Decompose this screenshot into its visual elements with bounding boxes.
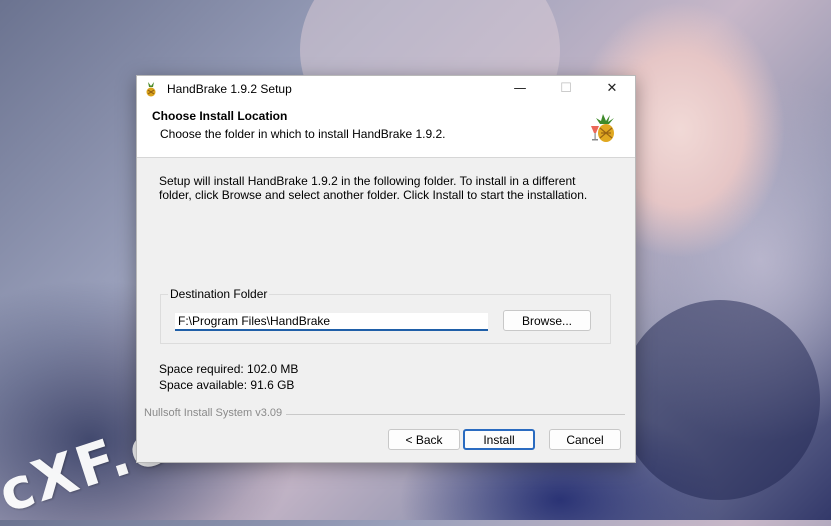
minimize-button[interactable]: — [497,76,543,101]
wizard-header: Choose Install Location Choose the folde… [137,101,635,158]
nsis-branding: Nullsoft Install System v3.09 [144,407,287,419]
maximize-button: ☐ [560,81,572,96]
window-title: HandBrake 1.9.2 Setup [167,81,292,96]
page-title: Choose Install Location [152,109,288,123]
cancel-button[interactable]: Cancel [549,429,621,450]
back-button[interactable]: < Back [388,429,460,450]
handbrake-app-icon [143,81,159,97]
title-bar[interactable]: HandBrake 1.9.2 Setup — ☐ ✕ [137,76,635,101]
handbrake-pineapple-icon [589,112,619,144]
destination-path-input[interactable] [175,313,488,331]
browse-button[interactable]: Browse... [503,310,591,331]
instructions-text: Setup will install HandBrake 1.9.2 in th… [159,174,588,202]
space-required-text: Space required: 102.0 MB [159,362,299,376]
background-decoration [620,300,820,500]
destination-folder-group: Destination Folder Browse... [160,287,611,344]
destination-folder-label: Destination Folder [168,287,270,301]
space-available-text: Space available: 91.6 GB [159,378,295,392]
setup-window: HandBrake 1.9.2 Setup — ☐ ✕ Choose Insta… [136,75,636,463]
close-button[interactable]: ✕ [589,76,635,101]
install-button[interactable]: Install [463,429,535,450]
page-subtitle: Choose the folder in which to install Ha… [160,127,446,141]
